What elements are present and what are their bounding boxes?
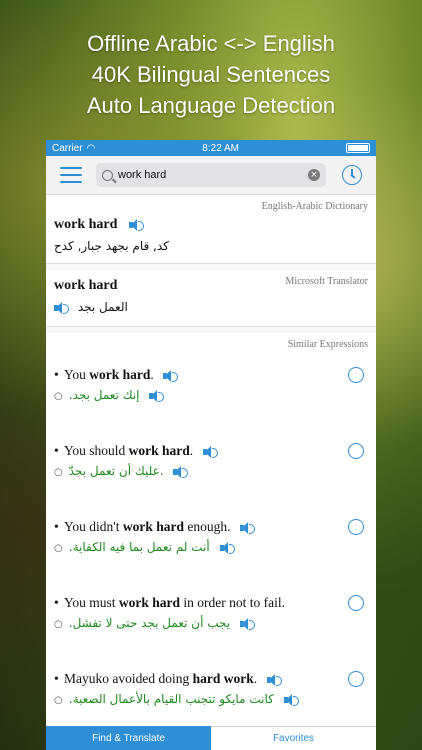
speaker-icon[interactable] bbox=[128, 218, 144, 231]
translator-translation: العمل بجد bbox=[54, 300, 128, 314]
translator-translation-text: العمل بجد bbox=[77, 300, 128, 314]
promo-line-2: 40K Bilingual Sentences bbox=[91, 62, 331, 87]
favorite-toggle[interactable] bbox=[348, 519, 364, 535]
tab-bar: Find & Translate Favorites bbox=[46, 726, 376, 750]
similar-expressions-card: Similar Expressions • You work hard. ○ .إن… bbox=[46, 333, 376, 740]
list-item[interactable]: • You didn't work hard enough. ○ .أنت لم ت… bbox=[46, 511, 376, 587]
sentence-ar: ○ عليك أن تعمل بجدّ. bbox=[54, 461, 340, 483]
dictionary-translation: كد, قام بجهد جبار, كدح bbox=[54, 239, 169, 253]
promo-headline: Offline Arabic <-> English 40K Bilingual… bbox=[0, 28, 422, 121]
dictionary-source-label: English-Arabic Dictionary bbox=[261, 201, 368, 212]
translator-term: work hard bbox=[54, 278, 117, 294]
dictionary-term-text: work hard bbox=[54, 217, 118, 232]
wifi-icon: ◠ bbox=[86, 142, 96, 154]
sentence-en: • You didn't work hard enough. bbox=[54, 517, 340, 537]
status-time: 8:22 AM bbox=[202, 142, 239, 154]
favorite-toggle[interactable] bbox=[348, 367, 364, 383]
sentence-ar: ○ .إنك تعمل بجد bbox=[54, 385, 340, 407]
promo-line-3: Auto Language Detection bbox=[86, 93, 336, 118]
menu-icon[interactable] bbox=[60, 167, 82, 183]
tab-favorites[interactable]: Favorites bbox=[211, 726, 376, 750]
speaker-icon[interactable] bbox=[219, 541, 235, 554]
speaker-icon[interactable] bbox=[266, 673, 282, 686]
nav-bar: × bbox=[46, 156, 376, 195]
history-clock-icon[interactable] bbox=[342, 165, 362, 185]
dictionary-card: English-Arabic Dictionary work hard كد, … bbox=[46, 195, 376, 264]
translator-term-text: work hard bbox=[54, 278, 118, 293]
favorite-toggle[interactable] bbox=[348, 671, 364, 687]
favorite-toggle[interactable] bbox=[348, 443, 364, 459]
promo-line-1: Offline Arabic <-> English bbox=[87, 31, 335, 56]
carrier-label: Carrier bbox=[52, 142, 83, 154]
search-bar[interactable]: × bbox=[96, 163, 326, 187]
status-bar: Carrier ◠ 8:22 AM bbox=[46, 140, 376, 156]
search-input[interactable] bbox=[118, 169, 303, 181]
phone-screen: Carrier ◠ 8:22 AM × English-Arabic Dicti… bbox=[46, 140, 376, 750]
speaker-icon[interactable] bbox=[54, 301, 69, 314]
sentence-en: • You work hard. bbox=[54, 365, 340, 385]
tab-find-translate[interactable]: Find & Translate bbox=[46, 726, 211, 750]
sentence-en: • Mayuko avoided doing hard work. bbox=[54, 669, 340, 689]
sentence-en: • You should work hard. bbox=[54, 441, 340, 461]
speaker-icon[interactable] bbox=[239, 521, 255, 534]
search-icon bbox=[102, 169, 113, 181]
results: English-Arabic Dictionary work hard كد, … bbox=[46, 195, 376, 740]
speaker-icon[interactable] bbox=[283, 693, 299, 706]
sentence-ar: ○ .كانت مايكو تتجنب القيام بالأعمال الصعب… bbox=[54, 689, 340, 711]
speaker-icon[interactable] bbox=[173, 465, 189, 478]
speaker-icon[interactable] bbox=[149, 389, 165, 402]
sentence-ar: ○ .أنت لم تعمل بما فيه الكفاية bbox=[54, 537, 340, 559]
translator-card: Microsoft Translator work hard العمل بجد bbox=[46, 270, 376, 327]
battery-icon bbox=[346, 143, 370, 153]
list-item[interactable]: • You should work hard. ○ عليك أن تعمل بجد… bbox=[46, 435, 376, 511]
speaker-icon[interactable] bbox=[202, 445, 218, 458]
sentence-ar: ○ .يجب أن تعمل بجد حتى لا تفشل bbox=[54, 613, 340, 635]
favorite-toggle[interactable] bbox=[348, 595, 364, 611]
sentence-en: • You must work hard in order not to fail… bbox=[54, 595, 286, 610]
translator-source-label: Microsoft Translator bbox=[285, 276, 369, 287]
clear-icon[interactable]: × bbox=[308, 169, 320, 181]
similar-source-label: Similar Expressions bbox=[287, 339, 368, 350]
list-item[interactable]: • You work hard. ○ .إنك تعمل بجد bbox=[46, 359, 376, 435]
list-item[interactable]: • You must work hard in order not to fail… bbox=[46, 587, 376, 663]
dictionary-term: work hard bbox=[54, 217, 144, 233]
speaker-icon[interactable] bbox=[239, 617, 255, 630]
speaker-icon[interactable] bbox=[163, 369, 179, 382]
